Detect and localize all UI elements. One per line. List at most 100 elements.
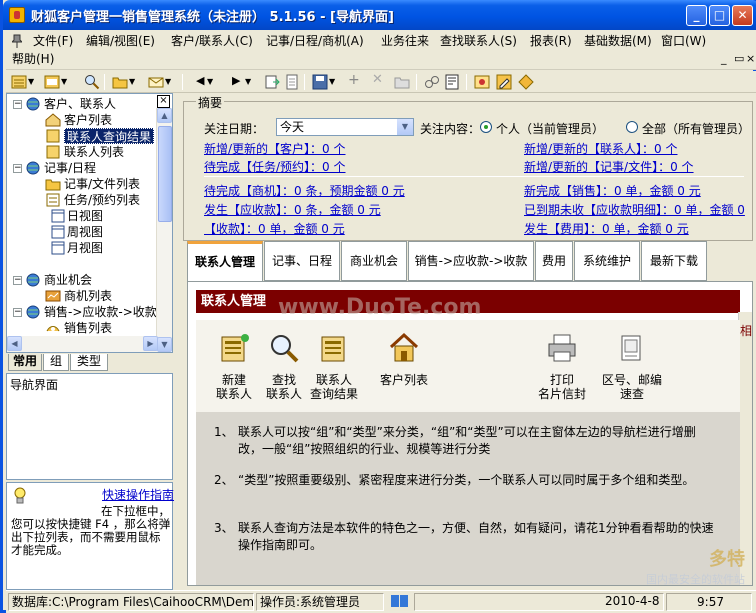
tab-sales[interactable]: 销售->应收款->收款 (408, 241, 534, 281)
tab-maintenance[interactable]: 系统维护 (574, 241, 640, 281)
quick-guide-link[interactable]: 快速操作指南 (102, 486, 174, 503)
tree-item-contact-list[interactable]: 联系人列表 (64, 144, 124, 160)
tree-vertical-scrollbar[interactable]: ▲ ▼ (156, 108, 172, 352)
scroll-up-icon[interactable]: ▲ (157, 108, 172, 123)
sales-icon (46, 326, 60, 332)
tree-horizontal-scrollbar[interactable]: ◀ ▶ (7, 336, 158, 352)
link-overdue[interactable]: 已到期未收【应收款明细】：0 单，金额 0 (524, 201, 752, 218)
link-expenses[interactable]: 发生【费用】：0 单，金额 0 元 (524, 220, 689, 237)
diamond-icon[interactable] (518, 74, 534, 90)
mail-icon[interactable] (148, 74, 164, 90)
dropdown-arrow-icon[interactable]: ▼ (245, 77, 253, 93)
radio-all[interactable] (626, 121, 638, 133)
dropdown-arrow-icon[interactable]: ▼ (329, 77, 337, 93)
collapse-icon[interactable]: − (13, 308, 22, 317)
scroll-left-icon[interactable]: ◀ (7, 336, 22, 351)
window-icon[interactable] (44, 74, 60, 90)
home-icon (45, 113, 61, 127)
menu-notes-schedule[interactable]: 记事/日程/商机(A) (266, 32, 364, 50)
menu-business[interactable]: 业务往来 (381, 32, 429, 50)
maximize-button[interactable]: □ (709, 5, 730, 26)
tab-type[interactable]: 类型 (70, 354, 108, 371)
tab-group[interactable]: 组 (43, 354, 69, 371)
link-pending-tasks[interactable]: 待完成【任务/预约】：0 个 (204, 158, 346, 175)
close-button[interactable]: ✕ (732, 5, 753, 26)
menu-file[interactable]: 文件(F) (33, 32, 73, 50)
tab-contact-management[interactable]: 联系人管理 (187, 241, 263, 282)
tab-opportunities[interactable]: 商业机会 (341, 241, 407, 281)
search-icon[interactable] (84, 74, 100, 90)
menu-help[interactable]: 帮助(H) (12, 50, 54, 68)
tree-item-client-list[interactable]: 客户列表 (64, 112, 112, 128)
link-pending-opportunities[interactable]: 待完成【商机】：0 条，预期金额 0 元 (204, 182, 405, 199)
collapse-icon[interactable]: − (13, 164, 22, 173)
export-icon[interactable] (264, 74, 280, 90)
link-new-contacts[interactable]: 新增/更新的【联系人】：0 个 (524, 140, 678, 157)
menu-client-contact[interactable]: 客户/联系人(C) (171, 32, 253, 50)
radio-all-label[interactable]: 全部（所有管理员） (642, 120, 750, 137)
close-tree-button[interactable]: × (157, 95, 170, 108)
menu-find-contact[interactable]: 查找联系人(S) (440, 32, 517, 50)
tree-item-sales[interactable]: 销售->应收款->收款 (44, 304, 157, 320)
radio-personal[interactable] (480, 121, 492, 133)
record-icon[interactable] (474, 74, 490, 90)
link-received[interactable]: 【收款】：0 单，金额 0 元 (204, 220, 345, 237)
tree-item-notes-list[interactable]: 记事/文件列表 (64, 176, 140, 192)
mdi-minimize-icon[interactable]: _ (721, 50, 727, 68)
save-icon[interactable] (312, 74, 328, 90)
nav-history-item[interactable]: 导航界面 (10, 376, 58, 393)
mdi-close-icon[interactable]: × (746, 50, 755, 68)
tree-item-opportunities[interactable]: 商业机会 (44, 272, 92, 288)
print-cards-button[interactable]: 打印 名片信封 (530, 332, 594, 401)
edit-icon[interactable] (496, 74, 512, 90)
tab-downloads[interactable]: 最新下载 (641, 241, 707, 281)
mdi-restore-icon[interactable]: ▭ (734, 50, 744, 68)
dropdown-arrow-icon[interactable]: ▼ (207, 77, 215, 93)
client-list-button[interactable]: 客户列表 (372, 332, 436, 387)
folder-open-icon[interactable] (394, 74, 410, 90)
tree-item-opportunity-list[interactable]: 商机列表 (64, 288, 112, 304)
date-select[interactable]: 今天 ▼ (276, 118, 414, 136)
tree-item-clients-contacts[interactable]: 客户、联系人 (44, 96, 116, 112)
new-icon[interactable]: + (348, 72, 364, 88)
chevron-down-icon[interactable]: ▼ (397, 119, 413, 135)
list-view-icon[interactable] (11, 74, 27, 90)
tab-notes-schedule[interactable]: 记事、日程 (264, 241, 340, 281)
tree-item-week-view[interactable]: 周视图 (67, 224, 103, 240)
contact-query-result-button[interactable]: 联系人 查询结果 (302, 332, 366, 401)
tip-pane: 快速操作指南 在下拉框中， 您可以按快捷键 F4 ，那么将弹出下拉列表，而不需要… (6, 482, 174, 590)
tab-expenses[interactable]: 费用 (535, 241, 573, 281)
scroll-right-icon[interactable]: ▶ (143, 336, 158, 351)
link-icon[interactable] (424, 74, 440, 90)
delete-icon[interactable]: ✕ (372, 72, 388, 88)
tree-item-notes-schedule[interactable]: 记事/日程 (44, 160, 96, 176)
link-new-sales[interactable]: 新完成【销售】：0 单，金额 0 元 (524, 182, 701, 199)
print-preview-icon[interactable] (444, 74, 460, 90)
tree-item-day-view[interactable]: 日视图 (67, 208, 103, 224)
link-new-clients[interactable]: 新增/更新的【客户】：0 个 (204, 140, 346, 157)
scroll-thumb[interactable] (158, 126, 172, 222)
folder-icon[interactable] (112, 74, 128, 90)
link-new-notes[interactable]: 新增/更新的【记事/文件】：0 个 (524, 158, 694, 175)
dropdown-arrow-icon[interactable]: ▼ (61, 77, 69, 93)
area-code-lookup-button[interactable]: 区号、邮编 速查 (600, 332, 664, 401)
tab-common[interactable]: 常用 (8, 354, 42, 371)
tree-item-sales-list[interactable]: 销售列表 (64, 320, 112, 336)
dropdown-arrow-icon[interactable]: ▼ (165, 77, 173, 93)
collapse-icon[interactable]: − (13, 276, 22, 285)
minimize-button[interactable]: _ (686, 5, 707, 26)
tree-item-month-view[interactable]: 月视图 (67, 240, 103, 256)
tree-item-tasks-list[interactable]: 任务/预约列表 (64, 192, 140, 208)
menu-reports[interactable]: 报表(R) (530, 32, 572, 50)
dropdown-arrow-icon[interactable]: ▼ (129, 77, 137, 93)
tree-item-contact-query[interactable]: 联系人查询结果 (64, 128, 155, 144)
dropdown-arrow-icon[interactable]: ▼ (28, 77, 36, 93)
collapse-icon[interactable]: − (13, 100, 22, 109)
link-receivables[interactable]: 发生【应收款】：0 条，金额 0 元 (204, 201, 381, 218)
scroll-down-icon[interactable]: ▼ (157, 337, 172, 352)
document-icon[interactable] (284, 74, 300, 90)
menu-base-data[interactable]: 基础数据(M) (584, 32, 652, 50)
radio-personal-label[interactable]: 个人（当前管理员） (496, 120, 604, 137)
menu-edit-view[interactable]: 编辑/视图(E) (86, 32, 155, 50)
menu-window[interactable]: 窗口(W) (661, 32, 706, 50)
